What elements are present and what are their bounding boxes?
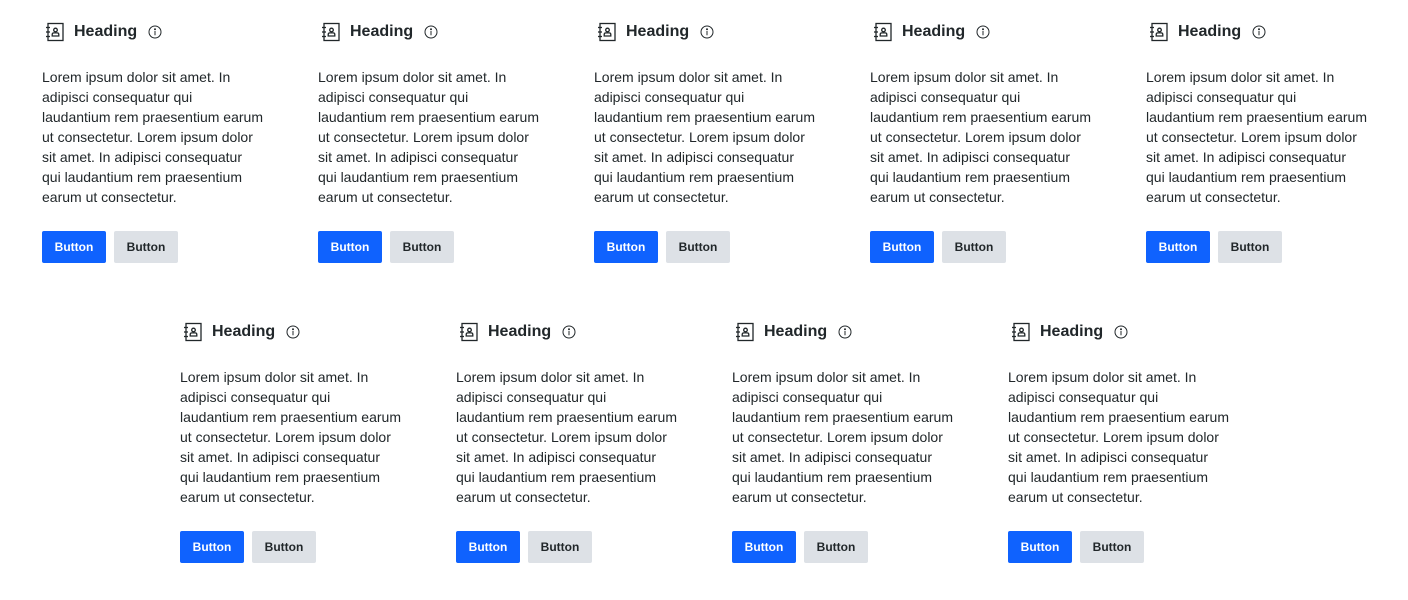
secondary-button[interactable]: Button — [666, 231, 730, 263]
secondary-button[interactable]: Button — [804, 531, 868, 563]
info-icon[interactable] — [1113, 324, 1129, 340]
secondary-button[interactable]: Button — [252, 531, 316, 563]
secondary-button[interactable]: Button — [942, 231, 1006, 263]
info-icon[interactable] — [975, 24, 991, 40]
card-title: Heading — [626, 23, 690, 40]
card-title: Heading — [350, 23, 414, 40]
card-title: Heading — [74, 23, 138, 40]
card-actions: Button Button — [318, 231, 538, 263]
card-row: Heading Lorem ipsum dolor sit amet. In a… — [0, 316, 1408, 563]
card-title: Heading — [488, 323, 552, 340]
card-actions: Button Button — [42, 231, 262, 263]
info-icon[interactable] — [1251, 24, 1267, 40]
card: Heading Lorem ipsum dolor sit amet. In a… — [318, 16, 539, 263]
contact-book-icon — [1009, 320, 1033, 344]
card-body-text: Lorem ipsum dolor sit amet. In adipisci … — [1146, 69, 1367, 205]
card-actions: Button Button — [456, 531, 676, 563]
card-header: Heading — [732, 316, 952, 348]
secondary-button[interactable]: Button — [528, 531, 592, 563]
card-header: Heading — [594, 16, 814, 48]
card-grid: Heading Lorem ipsum dolor sit amet. In a… — [0, 0, 1408, 600]
info-icon[interactable] — [561, 324, 577, 340]
card-body-text: Lorem ipsum dolor sit amet. In adipisci … — [870, 69, 1091, 205]
card-header: Heading — [318, 16, 538, 48]
contact-book-icon — [1147, 20, 1171, 44]
contact-book-icon — [181, 320, 205, 344]
card: Heading Lorem ipsum dolor sit amet. In a… — [456, 316, 677, 563]
contact-book-icon — [319, 20, 343, 44]
card-actions: Button Button — [1008, 531, 1228, 563]
contact-book-icon — [595, 20, 619, 44]
card-body-text: Lorem ipsum dolor sit amet. In adipisci … — [456, 369, 677, 505]
card-header: Heading — [180, 316, 400, 348]
card-row: Heading Lorem ipsum dolor sit amet. In a… — [0, 16, 1408, 263]
card-title: Heading — [1178, 23, 1242, 40]
primary-button[interactable]: Button — [318, 231, 382, 263]
card: Heading Lorem ipsum dolor sit amet. In a… — [732, 316, 953, 563]
card-title: Heading — [212, 323, 276, 340]
secondary-button[interactable]: Button — [114, 231, 178, 263]
primary-button[interactable]: Button — [1008, 531, 1072, 563]
contact-book-icon — [871, 20, 895, 44]
card-body-text: Lorem ipsum dolor sit amet. In adipisci … — [1008, 369, 1229, 505]
contact-book-icon — [457, 320, 481, 344]
card-header: Heading — [456, 316, 676, 348]
contact-book-icon — [733, 320, 757, 344]
card-title: Heading — [1040, 323, 1104, 340]
card-body-text: Lorem ipsum dolor sit amet. In adipisci … — [594, 69, 815, 205]
card-body-text: Lorem ipsum dolor sit amet. In adipisci … — [732, 369, 953, 505]
card: Heading Lorem ipsum dolor sit amet. In a… — [870, 16, 1091, 263]
primary-button[interactable]: Button — [180, 531, 244, 563]
contact-book-icon — [43, 20, 67, 44]
card-actions: Button Button — [180, 531, 400, 563]
card: Heading Lorem ipsum dolor sit amet. In a… — [180, 316, 401, 563]
primary-button[interactable]: Button — [594, 231, 658, 263]
info-icon[interactable] — [699, 24, 715, 40]
info-icon[interactable] — [285, 324, 301, 340]
card: Heading Lorem ipsum dolor sit amet. In a… — [594, 16, 815, 263]
primary-button[interactable]: Button — [1146, 231, 1210, 263]
primary-button[interactable]: Button — [732, 531, 796, 563]
card-body-text: Lorem ipsum dolor sit amet. In adipisci … — [318, 69, 539, 205]
primary-button[interactable]: Button — [456, 531, 520, 563]
card-actions: Button Button — [594, 231, 814, 263]
card: Heading Lorem ipsum dolor sit amet. In a… — [1008, 316, 1229, 563]
card-header: Heading — [1146, 16, 1366, 48]
card-actions: Button Button — [1146, 231, 1366, 263]
card-header: Heading — [870, 16, 1090, 48]
info-icon[interactable] — [837, 324, 853, 340]
card-body-text: Lorem ipsum dolor sit amet. In adipisci … — [180, 369, 401, 505]
card-header: Heading — [1008, 316, 1228, 348]
info-icon[interactable] — [423, 24, 439, 40]
primary-button[interactable]: Button — [42, 231, 106, 263]
primary-button[interactable]: Button — [870, 231, 934, 263]
info-icon[interactable] — [147, 24, 163, 40]
card-body-text: Lorem ipsum dolor sit amet. In adipisci … — [42, 69, 263, 205]
card: Heading Lorem ipsum dolor sit amet. In a… — [42, 16, 263, 263]
secondary-button[interactable]: Button — [1080, 531, 1144, 563]
card-title: Heading — [764, 323, 828, 340]
secondary-button[interactable]: Button — [390, 231, 454, 263]
card-actions: Button Button — [732, 531, 952, 563]
card-actions: Button Button — [870, 231, 1090, 263]
card: Heading Lorem ipsum dolor sit amet. In a… — [1146, 16, 1367, 263]
secondary-button[interactable]: Button — [1218, 231, 1282, 263]
card-title: Heading — [902, 23, 966, 40]
card-header: Heading — [42, 16, 262, 48]
